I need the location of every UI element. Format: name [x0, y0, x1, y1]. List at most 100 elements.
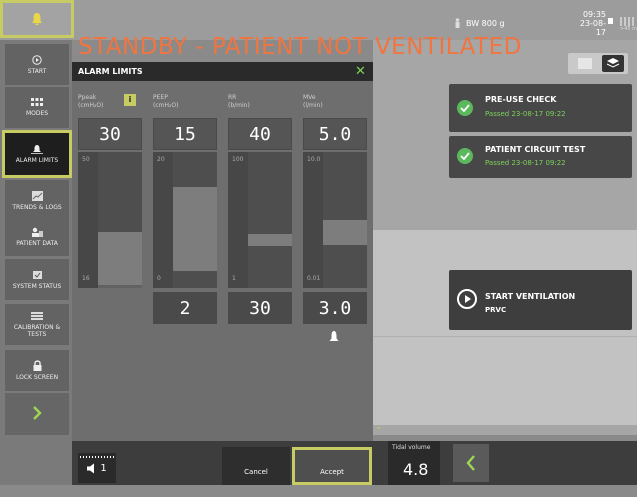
- card-status: Passed 23-08-17 09:22: [485, 159, 566, 167]
- mve-high-limit[interactable]: 5.0: [303, 118, 367, 150]
- sidebar-item-start[interactable]: START: [5, 44, 69, 85]
- sidebar-item-label: ALARM LIMITS: [15, 157, 59, 164]
- gauge-active-range: [323, 220, 367, 245]
- mve-low-limit[interactable]: 3.0: [303, 292, 367, 324]
- sidebar-item-label: SYSTEM STATUS: [12, 282, 62, 290]
- card-title: PATIENT CIRCUIT TEST: [485, 145, 586, 154]
- accept-button[interactable]: Accept: [292, 447, 372, 485]
- check-icon: [457, 100, 473, 116]
- card-status: Passed 23-08-17 09:22: [485, 110, 566, 118]
- param-unit: (cmH₂O): [78, 102, 104, 109]
- alarm-bell-icon: [31, 145, 43, 154]
- view-toggle[interactable]: [568, 53, 628, 74]
- rr-gauge[interactable]: 100 1: [228, 152, 292, 288]
- scale-top-label: 100: [232, 156, 244, 163]
- ppeak-high-limit[interactable]: 30: [78, 118, 142, 150]
- preuse-check-card[interactable]: PRE-USE CHECK Passed 23-08-17 09:22: [449, 84, 632, 132]
- grid-icon: [31, 98, 43, 106]
- mve-gauge[interactable]: 10.0 0.01: [303, 152, 367, 288]
- column-label-mve: MVe (l/min): [303, 94, 323, 110]
- sidebar-item-trends-logs[interactable]: TRENDS & LOGS: [5, 180, 69, 221]
- info-button[interactable]: i: [124, 94, 136, 106]
- sidebar-item-label: TRENDS & LOGS: [12, 203, 62, 211]
- play-circle-icon: [32, 54, 42, 65]
- gauge-upper-range: [173, 152, 217, 187]
- chevron-down-icon[interactable]: ⌄: [375, 422, 383, 432]
- tidal-volume-label: Tidal volume: [392, 444, 431, 451]
- check-icon: [457, 148, 473, 164]
- param-unit: (cmH₂O): [153, 102, 179, 109]
- tidal-volume-value: 4.8: [403, 460, 429, 479]
- gauge-upper-range: [98, 152, 142, 232]
- peep-low-limit[interactable]: 2: [153, 292, 217, 324]
- chevron-right-icon: [33, 405, 42, 420]
- sidebar-item-label: MODES: [25, 110, 49, 117]
- column-label-ppeak: Ppeak (cmH₂O): [78, 94, 103, 110]
- peep-gauge[interactable]: 20 0: [153, 152, 217, 288]
- scale-bottom-label: 16: [82, 275, 90, 282]
- body-weight-indicator: BW 800 g: [454, 18, 505, 28]
- ppeak-gauge[interactable]: 50 16: [78, 152, 142, 288]
- body-weight-text: BW 800 g: [466, 18, 505, 28]
- card-title: PRE-USE CHECK: [485, 95, 557, 104]
- scale-bottom-label: 0: [157, 275, 161, 282]
- volume-level: 1: [100, 462, 107, 474]
- dialog-title: ALARM LIMITS: [72, 62, 373, 81]
- speaker-icon: [87, 463, 95, 473]
- scale-bottom-label: 0.01: [307, 275, 321, 282]
- view-layers-icon[interactable]: [602, 55, 624, 72]
- column-label-peep: PEEP (cmH₂O): [153, 94, 178, 110]
- sidebar-item-lock-screen[interactable]: LOCK SCREEN: [5, 350, 69, 391]
- system-status-icon: [33, 270, 42, 279]
- lock-icon: [33, 360, 41, 371]
- peep-high-limit[interactable]: 15: [153, 118, 217, 150]
- param-unit: (b/min): [228, 102, 250, 109]
- rr-low-limit[interactable]: 30: [228, 292, 292, 324]
- gauge-lower-range: [173, 271, 217, 288]
- param-name: Ppeak: [78, 94, 97, 101]
- ventilation-mode: PRVC: [485, 306, 507, 314]
- gauge-active-range: [248, 234, 292, 246]
- patient-icon: [32, 227, 43, 237]
- sidebar-item-alarm-limits[interactable]: ALARM LIMITS: [2, 130, 72, 178]
- sidebar-item-label: PATIENT DATA: [16, 240, 58, 247]
- gauge-active-range: [173, 187, 217, 271]
- sidebar-item-calibration-tests[interactable]: CALIBRATION & TESTS: [5, 304, 69, 345]
- play-icon: [457, 289, 477, 309]
- start-ventilation-button[interactable]: START VENTILATION PRVC: [449, 270, 632, 330]
- volume-dots: [80, 456, 114, 458]
- scale-top-label: 20: [157, 156, 165, 163]
- sidebar-item-label: LOCK SCREEN: [15, 374, 59, 381]
- person-icon: [455, 18, 460, 28]
- sidebar-next-button[interactable]: [5, 393, 69, 435]
- close-icon[interactable]: ✕: [355, 64, 366, 79]
- view-single-icon[interactable]: [578, 58, 592, 69]
- gauge-lower-range: [248, 246, 292, 288]
- calibration-icon: [31, 312, 43, 320]
- scale-top-label: 50: [82, 156, 90, 163]
- rr-high-limit[interactable]: 40: [228, 118, 292, 150]
- scale-top-label: 10.0: [307, 156, 321, 163]
- cancel-button[interactable]: Cancel: [222, 447, 290, 485]
- column-label-rr: RR (b/min): [228, 94, 250, 110]
- back-button[interactable]: [453, 444, 489, 482]
- scale-bottom-label: 1: [232, 275, 236, 282]
- sidebar-item-label: CALIBRATION & TESTS: [13, 324, 61, 338]
- alarm-bell-icon: [329, 331, 339, 341]
- alarm-bell-button[interactable]: [0, 0, 74, 38]
- trends-icon: [31, 190, 43, 201]
- sidebar-item-label: START: [27, 67, 47, 75]
- param-name: RR: [228, 94, 237, 101]
- sidebar-item-system-status[interactable]: SYSTEM STATUS: [5, 259, 69, 300]
- gauge-upper-range: [248, 152, 292, 234]
- battery-time-text: >45 m: [620, 26, 637, 32]
- sidebar-item-patient-data[interactable]: PATIENT DATA: [5, 218, 69, 256]
- sidebar-item-modes[interactable]: MODES: [5, 87, 69, 128]
- circuit-test-card[interactable]: PATIENT CIRCUIT TEST Passed 23-08-17 09:…: [449, 136, 632, 178]
- panel-divider: [373, 336, 637, 337]
- gauge-lower-range: [323, 245, 367, 288]
- alarm-bell-icon: [32, 13, 42, 25]
- gauge-active-range: [98, 232, 142, 285]
- param-name: PEEP: [153, 94, 168, 101]
- gauge-upper-range: [323, 152, 367, 220]
